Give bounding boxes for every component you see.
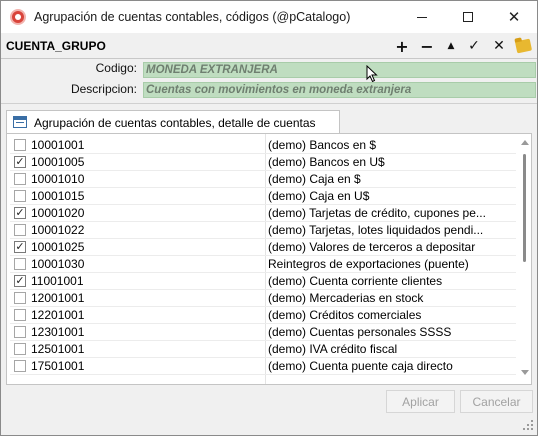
account-description: Reintegros de exportaciones (puente) — [268, 257, 469, 271]
window-title: Agrupación de cuentas contables, códigos… — [34, 10, 351, 24]
account-description: (demo) Cuentas personales SSSS — [268, 325, 452, 339]
codigo-field[interactable]: MONEDA EXTRANJERA — [143, 62, 536, 78]
open-folder-button[interactable] — [513, 36, 533, 56]
apply-button[interactable]: Aplicar — [386, 390, 455, 413]
maximize-button[interactable] — [445, 1, 491, 33]
mouse-pointer-icon — [366, 65, 378, 83]
account-description: (demo) Tarjetas de crédito, cupones pe..… — [268, 206, 486, 220]
row-checkbox[interactable]: ✓ — [14, 241, 26, 253]
descripcion-field[interactable]: Cuentas con movimientos en moneda extran… — [143, 82, 536, 98]
account-description: (demo) Créditos comerciales — [268, 308, 422, 322]
account-code: 10001022 — [31, 223, 85, 237]
scroll-down-arrow-icon[interactable] — [521, 370, 529, 375]
table-row[interactable]: 12301001 (demo) Cuentas personales SSSS — [10, 323, 516, 340]
row-checkbox[interactable] — [14, 360, 26, 372]
vertical-scrollbar[interactable] — [519, 134, 531, 384]
table-row[interactable]: ✓ 11001001 (demo) Cuenta corriente cliente… — [10, 272, 516, 289]
account-description: (demo) Tarjetas, lotes liquidados pendi.… — [268, 223, 484, 237]
x-icon: ✕ — [493, 38, 505, 54]
table-icon — [13, 116, 27, 128]
folder-icon — [514, 38, 532, 54]
row-checkbox[interactable]: ✓ — [14, 156, 26, 168]
minus-icon: − — [420, 36, 434, 56]
table-row[interactable]: 10001001 (demo) Bancos en $ — [10, 136, 516, 153]
account-description: (demo) IVA crédito fiscal — [268, 342, 398, 356]
minimize-button[interactable] — [399, 1, 445, 33]
confirm-button[interactable]: ✓ — [464, 36, 484, 56]
close-icon: ✕ — [507, 8, 521, 26]
account-description: (demo) Bancos en U$ — [268, 155, 385, 169]
scroll-thumb[interactable] — [523, 154, 526, 262]
add-record-button[interactable]: + — [392, 36, 412, 56]
maximize-icon — [463, 12, 473, 22]
account-code: 10001005 — [31, 155, 85, 169]
account-description: (demo) Mercaderias en stock — [268, 291, 424, 305]
dialog-footer: Aplicar Cancelar — [1, 387, 537, 435]
row-checkbox[interactable] — [14, 224, 26, 236]
table-row[interactable]: 10001030 Reintegros de exportaciones (pue… — [10, 255, 516, 272]
account-description: (demo) Caja en $ — [268, 172, 361, 186]
title-bar[interactable]: Agrupación de cuentas contables, códigos… — [1, 1, 537, 33]
account-description: (demo) Caja en U$ — [268, 189, 370, 203]
row-checkbox[interactable] — [14, 309, 26, 321]
table-row[interactable]: 12501001 (demo) IVA crédito fiscal — [10, 340, 516, 357]
row-checkbox[interactable] — [14, 326, 26, 338]
table-row[interactable]: ✓ 10001025 (demo) Valores de terceros a de… — [10, 238, 516, 255]
triangle-up-icon: ▲ — [447, 41, 455, 51]
minimize-icon — [417, 16, 427, 18]
account-code: 11001001 — [31, 274, 84, 288]
table-row[interactable]: ✓ 10001005 (demo) Bancos en U$ — [10, 153, 516, 170]
close-button[interactable]: ✕ — [491, 1, 537, 33]
account-code: 10001030 — [31, 257, 85, 271]
tab-detalle-cuentas[interactable]: Agrupación de cuentas contables, detalle… — [6, 110, 340, 134]
account-code: 10001025 — [31, 240, 85, 254]
account-code: 10001015 — [31, 189, 85, 203]
table-row[interactable]: 12001001 (demo) Mercaderias en stock — [10, 289, 516, 306]
account-description: (demo) Cuenta corriente clientes — [268, 274, 443, 288]
section-divider — [1, 103, 537, 104]
row-checkbox[interactable] — [14, 343, 26, 355]
tab-label: Agrupación de cuentas contables, detalle… — [34, 116, 316, 130]
row-checkbox[interactable] — [14, 258, 26, 270]
table-row[interactable]: 12201001 (demo) Créditos comerciales — [10, 306, 516, 323]
account-code: 12501001 — [31, 342, 85, 356]
row-checkbox[interactable]: ✓ — [14, 207, 26, 219]
table-row[interactable]: ✓ 10001020 (demo) Tarjetas de crédito, cup… — [10, 204, 516, 221]
accounts-grid: 10001001 (demo) Bancos en $ ✓ 10001005 (demo… — [6, 133, 532, 385]
row-checkbox[interactable] — [14, 173, 26, 185]
account-description: (demo) Valores de terceros a depositar — [268, 240, 476, 254]
account-code: 10001001 — [31, 138, 85, 152]
account-description: (demo) Cuenta puente caja directo — [268, 359, 453, 373]
discard-button[interactable]: ✕ — [489, 36, 509, 56]
resize-grip[interactable] — [523, 420, 535, 432]
descripcion-label: Descripcion: — [70, 82, 137, 96]
record-toolbar: CUENTA_GRUPO + − ▲ ✓ ✕ — [1, 33, 537, 59]
account-code: 10001020 — [31, 206, 85, 220]
row-checkbox[interactable] — [14, 292, 26, 304]
codigo-label: Codigo: — [95, 61, 137, 75]
table-row[interactable]: 17501001 (demo) Cuenta puente caja direct… — [10, 357, 516, 374]
cancel-button[interactable]: Cancelar — [460, 390, 533, 413]
app-logo-icon — [10, 9, 26, 25]
delete-record-button[interactable]: − — [417, 36, 437, 56]
table-row[interactable]: 10001010 (demo) Caja en $ — [10, 170, 516, 187]
row-checkbox[interactable]: ✓ — [14, 275, 26, 287]
scroll-up-arrow-icon[interactable] — [521, 140, 529, 145]
table-row[interactable]: 10001015 (demo) Caja en U$ — [10, 187, 516, 204]
plus-icon: + — [395, 36, 409, 56]
row-checkbox[interactable] — [14, 139, 26, 151]
account-code: 12001001 — [31, 291, 85, 305]
table-name: CUENTA_GRUPO — [6, 39, 106, 53]
previous-record-button[interactable]: ▲ — [441, 36, 461, 56]
account-code: 10001010 — [31, 172, 85, 186]
account-code: 17501001 — [31, 359, 85, 373]
table-row[interactable]: 10001022 (demo) Tarjetas, lotes liquidado… — [10, 221, 516, 238]
account-description: (demo) Bancos en $ — [268, 138, 377, 152]
row-separator — [10, 374, 516, 375]
account-code: 12301001 — [31, 325, 85, 339]
row-checkbox[interactable] — [14, 190, 26, 202]
check-icon: ✓ — [468, 38, 480, 54]
account-code: 12201001 — [31, 308, 85, 322]
dialog-window: Agrupación de cuentas contables, códigos… — [0, 0, 538, 436]
